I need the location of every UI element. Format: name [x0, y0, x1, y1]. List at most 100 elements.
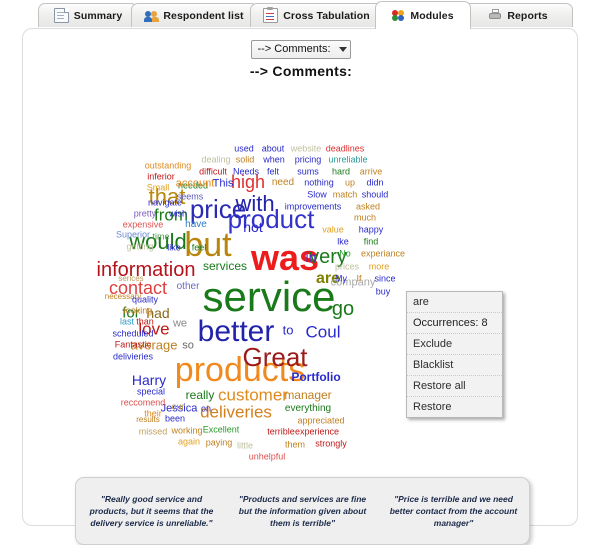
- cloud-word[interactable]: value: [322, 225, 344, 235]
- cloud-word[interactable]: match: [333, 190, 358, 200]
- comments-select[interactable]: --> Comments:: [251, 39, 351, 59]
- cloud-word[interactable]: outstanding: [145, 161, 192, 171]
- cloud-word[interactable]: on: [201, 404, 211, 414]
- cloud-word[interactable]: paying: [206, 438, 233, 448]
- menu-item-blacklist[interactable]: Blacklist: [407, 355, 502, 376]
- cloud-word[interactable]: unhelpful: [249, 452, 286, 462]
- cloud-word[interactable]: If: [356, 274, 361, 284]
- cloud-word[interactable]: appreciated: [297, 416, 344, 426]
- cloud-word[interactable]: when: [263, 155, 285, 165]
- cloud-word[interactable]: much: [354, 213, 376, 223]
- cloud-word[interactable]: lke: [337, 237, 349, 247]
- cloud-word[interactable]: This: [213, 178, 234, 190]
- cloud-word[interactable]: them: [285, 440, 305, 450]
- cloud-word[interactable]: pricing: [295, 155, 322, 165]
- cloud-word[interactable]: than: [136, 317, 154, 327]
- cloud-word[interactable]: we: [173, 318, 187, 330]
- cloud-word[interactable]: again: [178, 437, 200, 447]
- cloud-word[interactable]: missed: [139, 427, 168, 437]
- cloud-word[interactable]: experiance: [361, 249, 405, 259]
- cloud-word[interactable]: improvements: [285, 202, 342, 212]
- cloud-word[interactable]: services: [203, 260, 247, 272]
- cloud-word[interactable]: like: [167, 243, 181, 253]
- cloud-word[interactable]: getting: [126, 242, 153, 252]
- word-context-menu[interactable]: are Occurrences: 8 Exclude Blacklist Res…: [406, 291, 503, 418]
- cloud-word[interactable]: navigate: [148, 198, 182, 208]
- cloud-word[interactable]: up: [345, 178, 355, 188]
- cloud-word[interactable]: reccomend: [121, 398, 166, 408]
- cloud-word[interactable]: need: [272, 178, 294, 188]
- cloud-word[interactable]: scheduled: [112, 329, 153, 339]
- cloud-word[interactable]: didn: [366, 178, 383, 188]
- tab-reports[interactable]: Reports: [464, 3, 573, 27]
- cloud-word[interactable]: information: [97, 260, 196, 280]
- cloud-word[interactable]: so: [182, 340, 194, 352]
- cloud-word[interactable]: in: [306, 250, 317, 264]
- cloud-word[interactable]: My: [335, 274, 347, 284]
- cloud-word[interactable]: really: [186, 389, 215, 401]
- cloud-word[interactable]: account: [176, 178, 215, 190]
- cloud-word[interactable]: Coul: [306, 324, 341, 341]
- cloud-word[interactable]: have: [185, 220, 207, 230]
- cloud-word[interactable]: nothing: [304, 178, 334, 188]
- cloud-word[interactable]: everything: [285, 404, 331, 414]
- cloud-word[interactable]: looking: [124, 306, 153, 316]
- menu-item-restore-all[interactable]: Restore all: [407, 376, 502, 397]
- cloud-word[interactable]: more: [369, 262, 390, 272]
- tab-cross-tabulation[interactable]: Cross Tabulation: [250, 3, 383, 27]
- tab-respondent-list[interactable]: Respondent list: [131, 3, 258, 27]
- cloud-word[interactable]: Fantastic: [115, 340, 152, 350]
- cloud-word[interactable]: with: [235, 193, 274, 215]
- cloud-word[interactable]: results: [136, 416, 160, 424]
- cloud-word[interactable]: since: [374, 274, 395, 284]
- cloud-word[interactable]: Needs: [233, 167, 259, 177]
- cloud-word[interactable]: find: [364, 237, 379, 247]
- cloud-word[interactable]: Great: [242, 344, 307, 370]
- cloud-word[interactable]: delivieries: [113, 352, 153, 362]
- cloud-word[interactable]: special: [137, 387, 165, 397]
- cloud-word[interactable]: time: [152, 232, 169, 242]
- cloud-word[interactable]: Portfolio: [291, 371, 340, 383]
- cloud-word[interactable]: quality: [132, 295, 158, 305]
- cloud-word[interactable]: Excellent: [203, 425, 240, 435]
- cloud-word[interactable]: go: [332, 299, 354, 319]
- cloud-word[interactable]: terrible: [267, 427, 295, 437]
- cloud-word[interactable]: serices: [118, 275, 143, 283]
- cloud-word[interactable]: to: [283, 324, 294, 337]
- cloud-word[interactable]: hard: [332, 167, 350, 177]
- cloud-word[interactable]: Superior: [116, 230, 150, 240]
- cloud-word[interactable]: about: [262, 144, 285, 154]
- cloud-word[interactable]: manager: [284, 389, 331, 401]
- cloud-word[interactable]: buy: [376, 287, 391, 297]
- cloud-word[interactable]: arrive: [360, 167, 383, 177]
- cloud-word[interactable]: expensive: [123, 220, 164, 230]
- cloud-word[interactable]: Harry: [132, 373, 166, 387]
- cloud-word[interactable]: No: [339, 249, 351, 259]
- tab-modules[interactable]: Modules: [375, 1, 471, 29]
- cloud-word[interactable]: asked: [356, 202, 380, 212]
- tab-summary[interactable]: Summary: [38, 3, 138, 27]
- cloud-word[interactable]: feel: [192, 243, 207, 253]
- cloud-word[interactable]: sums: [297, 167, 319, 177]
- cloud-word[interactable]: solid: [236, 155, 255, 165]
- cloud-word[interactable]: deadlines: [326, 144, 365, 154]
- cloud-word[interactable]: dealing: [201, 155, 230, 165]
- cloud-word[interactable]: inferior: [147, 172, 175, 182]
- menu-item-exclude[interactable]: Exclude: [407, 334, 502, 355]
- cloud-word[interactable]: should: [362, 190, 389, 200]
- cloud-word[interactable]: felt: [267, 167, 279, 177]
- cloud-word[interactable]: experience: [295, 427, 339, 437]
- cloud-word[interactable]: difficult: [199, 167, 227, 177]
- cloud-word[interactable]: wish: [169, 209, 187, 219]
- cloud-word[interactable]: pretty: [134, 209, 157, 219]
- cloud-word[interactable]: customer: [218, 387, 288, 404]
- cloud-word[interactable]: happy: [359, 225, 384, 235]
- cloud-word[interactable]: little: [237, 441, 253, 451]
- cloud-word[interactable]: used: [234, 144, 254, 154]
- cloud-word[interactable]: other: [177, 282, 200, 292]
- cloud-word[interactable]: Small: [147, 183, 170, 193]
- cloud-word[interactable]: prices: [335, 262, 359, 272]
- cloud-word[interactable]: strongly: [315, 439, 347, 449]
- menu-item-restore[interactable]: Restore: [407, 397, 502, 417]
- cloud-word[interactable]: website: [291, 144, 322, 154]
